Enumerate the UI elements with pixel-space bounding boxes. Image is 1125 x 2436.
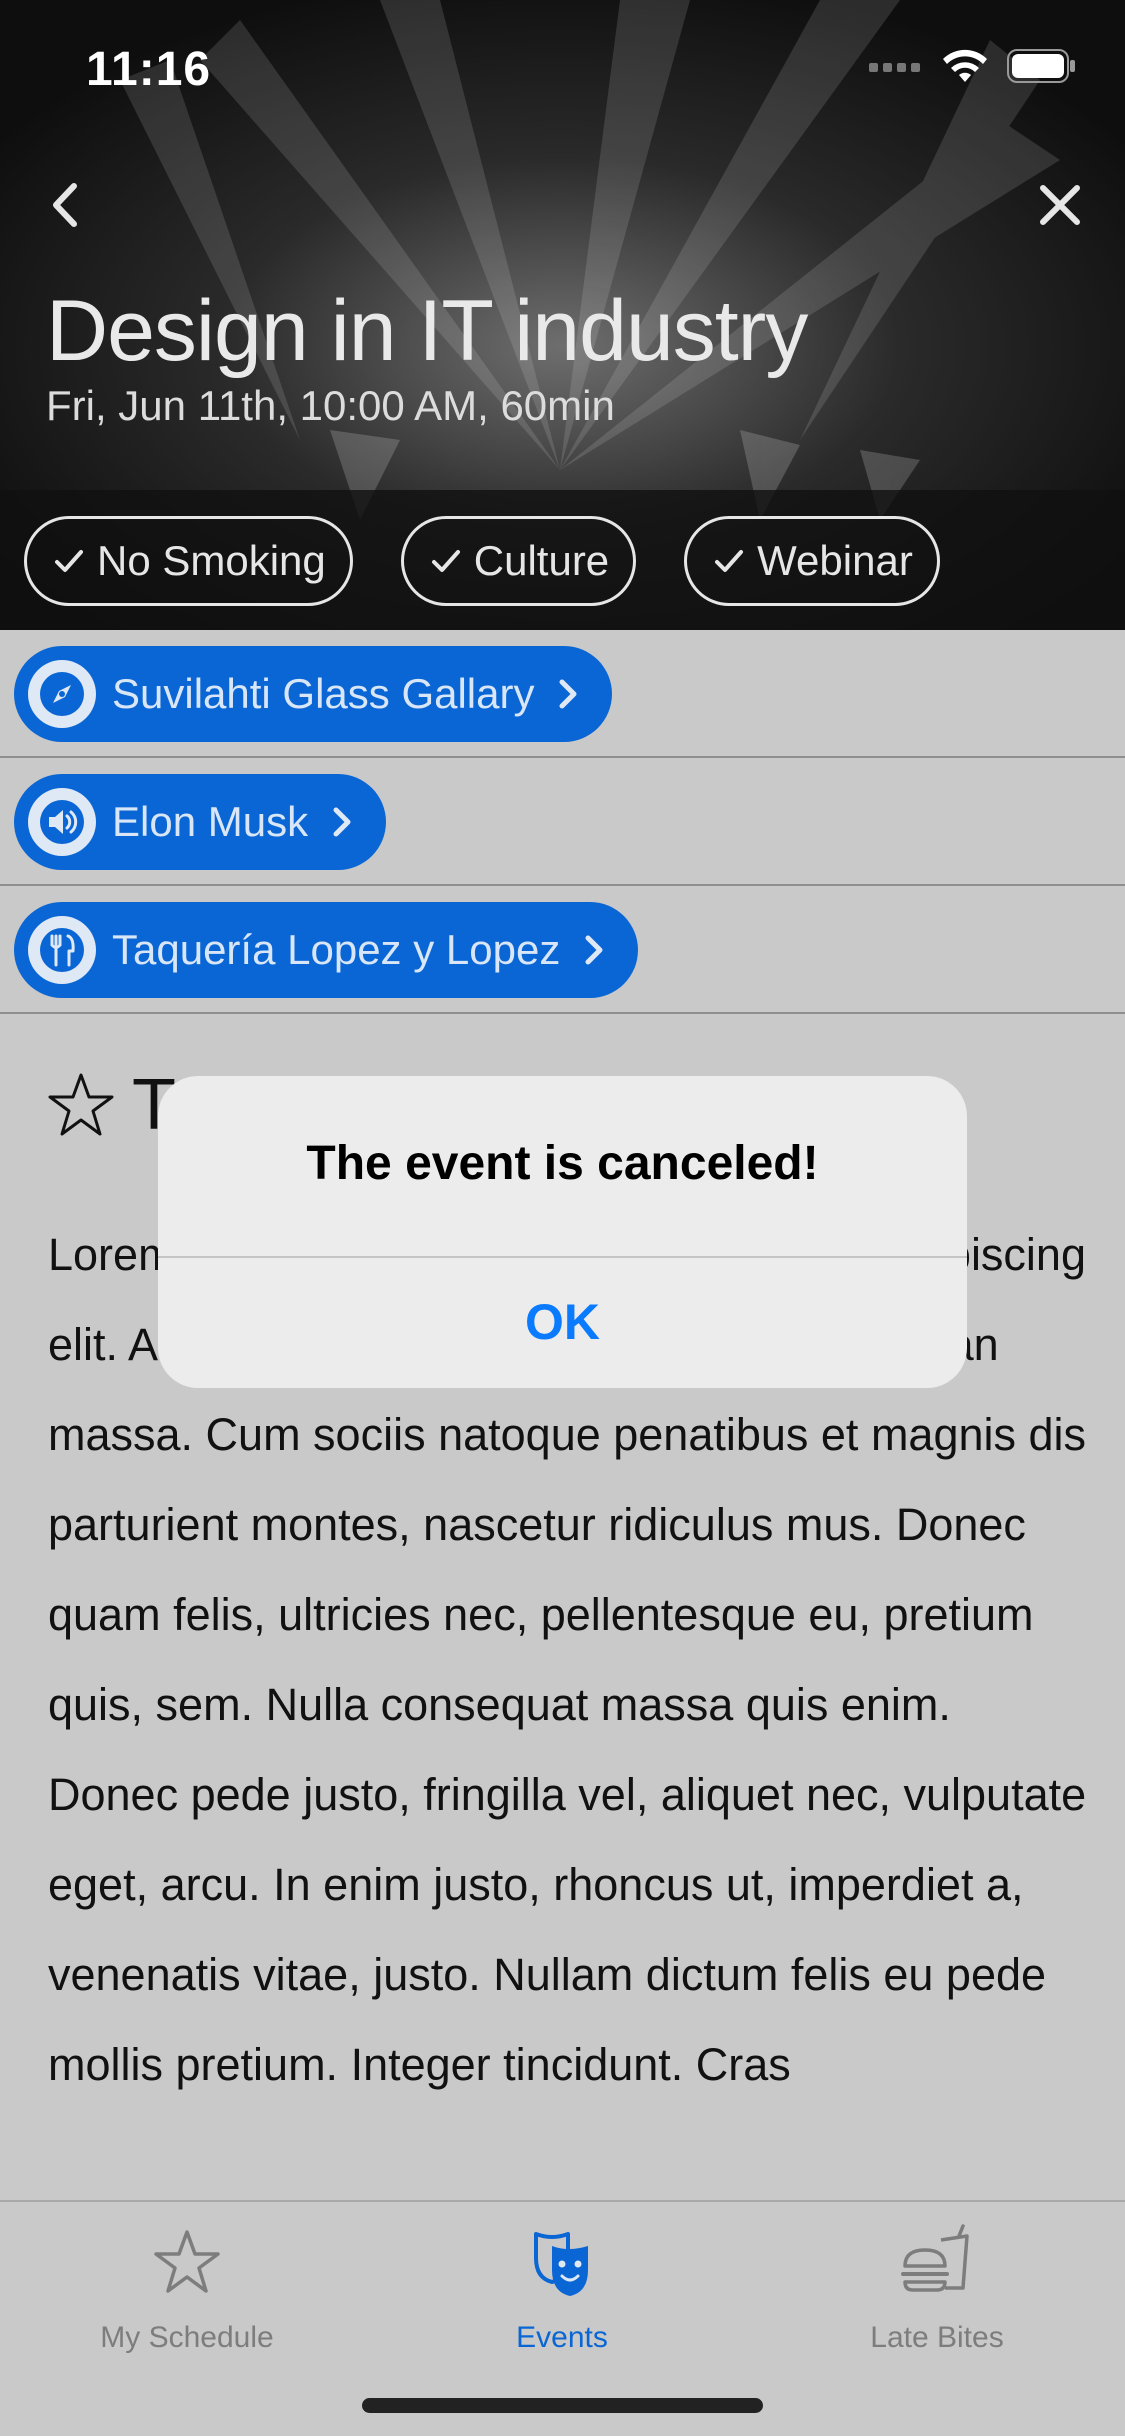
- venue-link-button[interactable]: Suvilahti Glass Gallary: [14, 646, 613, 742]
- close-icon[interactable]: [1025, 170, 1095, 240]
- favorite-row: T: [46, 1064, 176, 1146]
- tag-list: No Smoking Culture Webinar: [24, 516, 940, 606]
- status-bar: 11:16: [0, 0, 1125, 140]
- tab-label: Events: [516, 2321, 608, 2354]
- checkmark-icon: [431, 550, 460, 572]
- link-row-venue: Suvilahti Glass Gallary: [0, 630, 1125, 758]
- speaker-link-label: Elon Musk: [112, 798, 309, 845]
- tag-culture: Culture: [400, 516, 637, 606]
- tag-label: No Smoking: [97, 537, 326, 584]
- tag-label: Webinar: [757, 537, 913, 584]
- burger-drink-icon: [901, 2224, 969, 2292]
- checkmark-icon: [715, 550, 744, 572]
- chevron-right-icon: [559, 679, 577, 709]
- masks-icon: [534, 2232, 588, 2296]
- checkmark-icon: [55, 550, 83, 572]
- venue-link-label: Suvilahti Glass Gallary: [112, 670, 535, 717]
- star-outline-icon[interactable]: [46, 1070, 116, 1140]
- tag-no-smoking: No Smoking: [24, 516, 353, 606]
- status-time: 11:16: [86, 43, 212, 96]
- tab-late-bites[interactable]: Late Bites: [787, 2222, 1087, 2355]
- restaurant-link-label: Taquería Lopez y Lopez: [112, 926, 561, 973]
- speaker-icon: [28, 788, 96, 856]
- tab-label: My Schedule: [100, 2321, 274, 2354]
- tag-webinar: Webinar: [684, 516, 940, 606]
- cancel-alert-dialog: The event is canceled! OK: [158, 1076, 967, 1388]
- tab-events[interactable]: Events: [412, 2222, 712, 2355]
- tab-label: Late Bites: [870, 2321, 1004, 2354]
- chevron-right-icon: [333, 807, 351, 837]
- wifi-icon: [943, 49, 987, 82]
- chevron-right-icon: [585, 935, 603, 965]
- speaker-link-button[interactable]: Elon Musk: [14, 774, 387, 870]
- link-list: Suvilahti Glass Gallary Elon Musk Taquer…: [0, 630, 1125, 1014]
- event-title: Design in IT industry: [46, 283, 808, 379]
- battery-icon: [1007, 49, 1075, 83]
- alert-ok-button[interactable]: OK: [158, 1257, 967, 1388]
- tag-label: Culture: [473, 537, 610, 584]
- home-indicator: [362, 2398, 763, 2413]
- star-icon: [154, 2230, 220, 2293]
- alert-title: The event is canceled!: [306, 1137, 819, 1190]
- tab-my-schedule[interactable]: My Schedule: [37, 2222, 337, 2355]
- back-chevron-icon[interactable]: [30, 170, 100, 240]
- link-row-speaker: Elon Musk: [0, 758, 1125, 886]
- event-datetime: Fri, Jun 11th, 10:00 AM, 60min: [46, 382, 615, 429]
- cellular-signal-icon: [869, 63, 920, 72]
- link-row-restaurant: Taquería Lopez y Lopez: [0, 886, 1125, 1014]
- fork-knife-icon: [28, 916, 96, 984]
- restaurant-link-button[interactable]: Taquería Lopez y Lopez: [14, 902, 639, 998]
- compass-icon: [28, 660, 96, 728]
- event-header: 11:16 Design in IT industry Fri, Jun 11t…: [0, 0, 1125, 630]
